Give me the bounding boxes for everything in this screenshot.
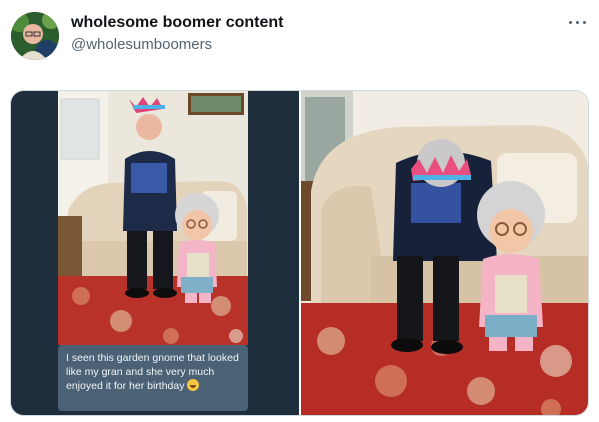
dot — [576, 21, 579, 24]
photo-2-image — [301, 91, 588, 415]
laughing-crying-emoji-icon — [187, 379, 200, 391]
media-photo-1[interactable]: I seen this garden gnome that looked lik… — [11, 91, 299, 415]
user-handle[interactable]: @wholesumboomers — [71, 36, 212, 53]
avatar-image — [11, 12, 59, 60]
display-name[interactable]: wholesome boomer content — [71, 14, 283, 32]
more-options-icon[interactable] — [566, 12, 590, 32]
screenshot-caption-box: I seen this garden gnome that looked lik… — [58, 345, 248, 411]
dot — [569, 21, 572, 24]
dot — [583, 21, 586, 24]
tweet-header: wholesome boomer content @wholesumboomer… — [0, 0, 599, 80]
user-avatar[interactable] — [11, 12, 59, 60]
tweet-media-grid: I seen this garden gnome that looked lik… — [10, 90, 589, 416]
screenshot-caption: I seen this garden gnome that looked lik… — [66, 351, 240, 393]
media-photo-2[interactable] — [301, 91, 588, 415]
caption-text: I seen this garden gnome that looked lik… — [66, 352, 239, 392]
